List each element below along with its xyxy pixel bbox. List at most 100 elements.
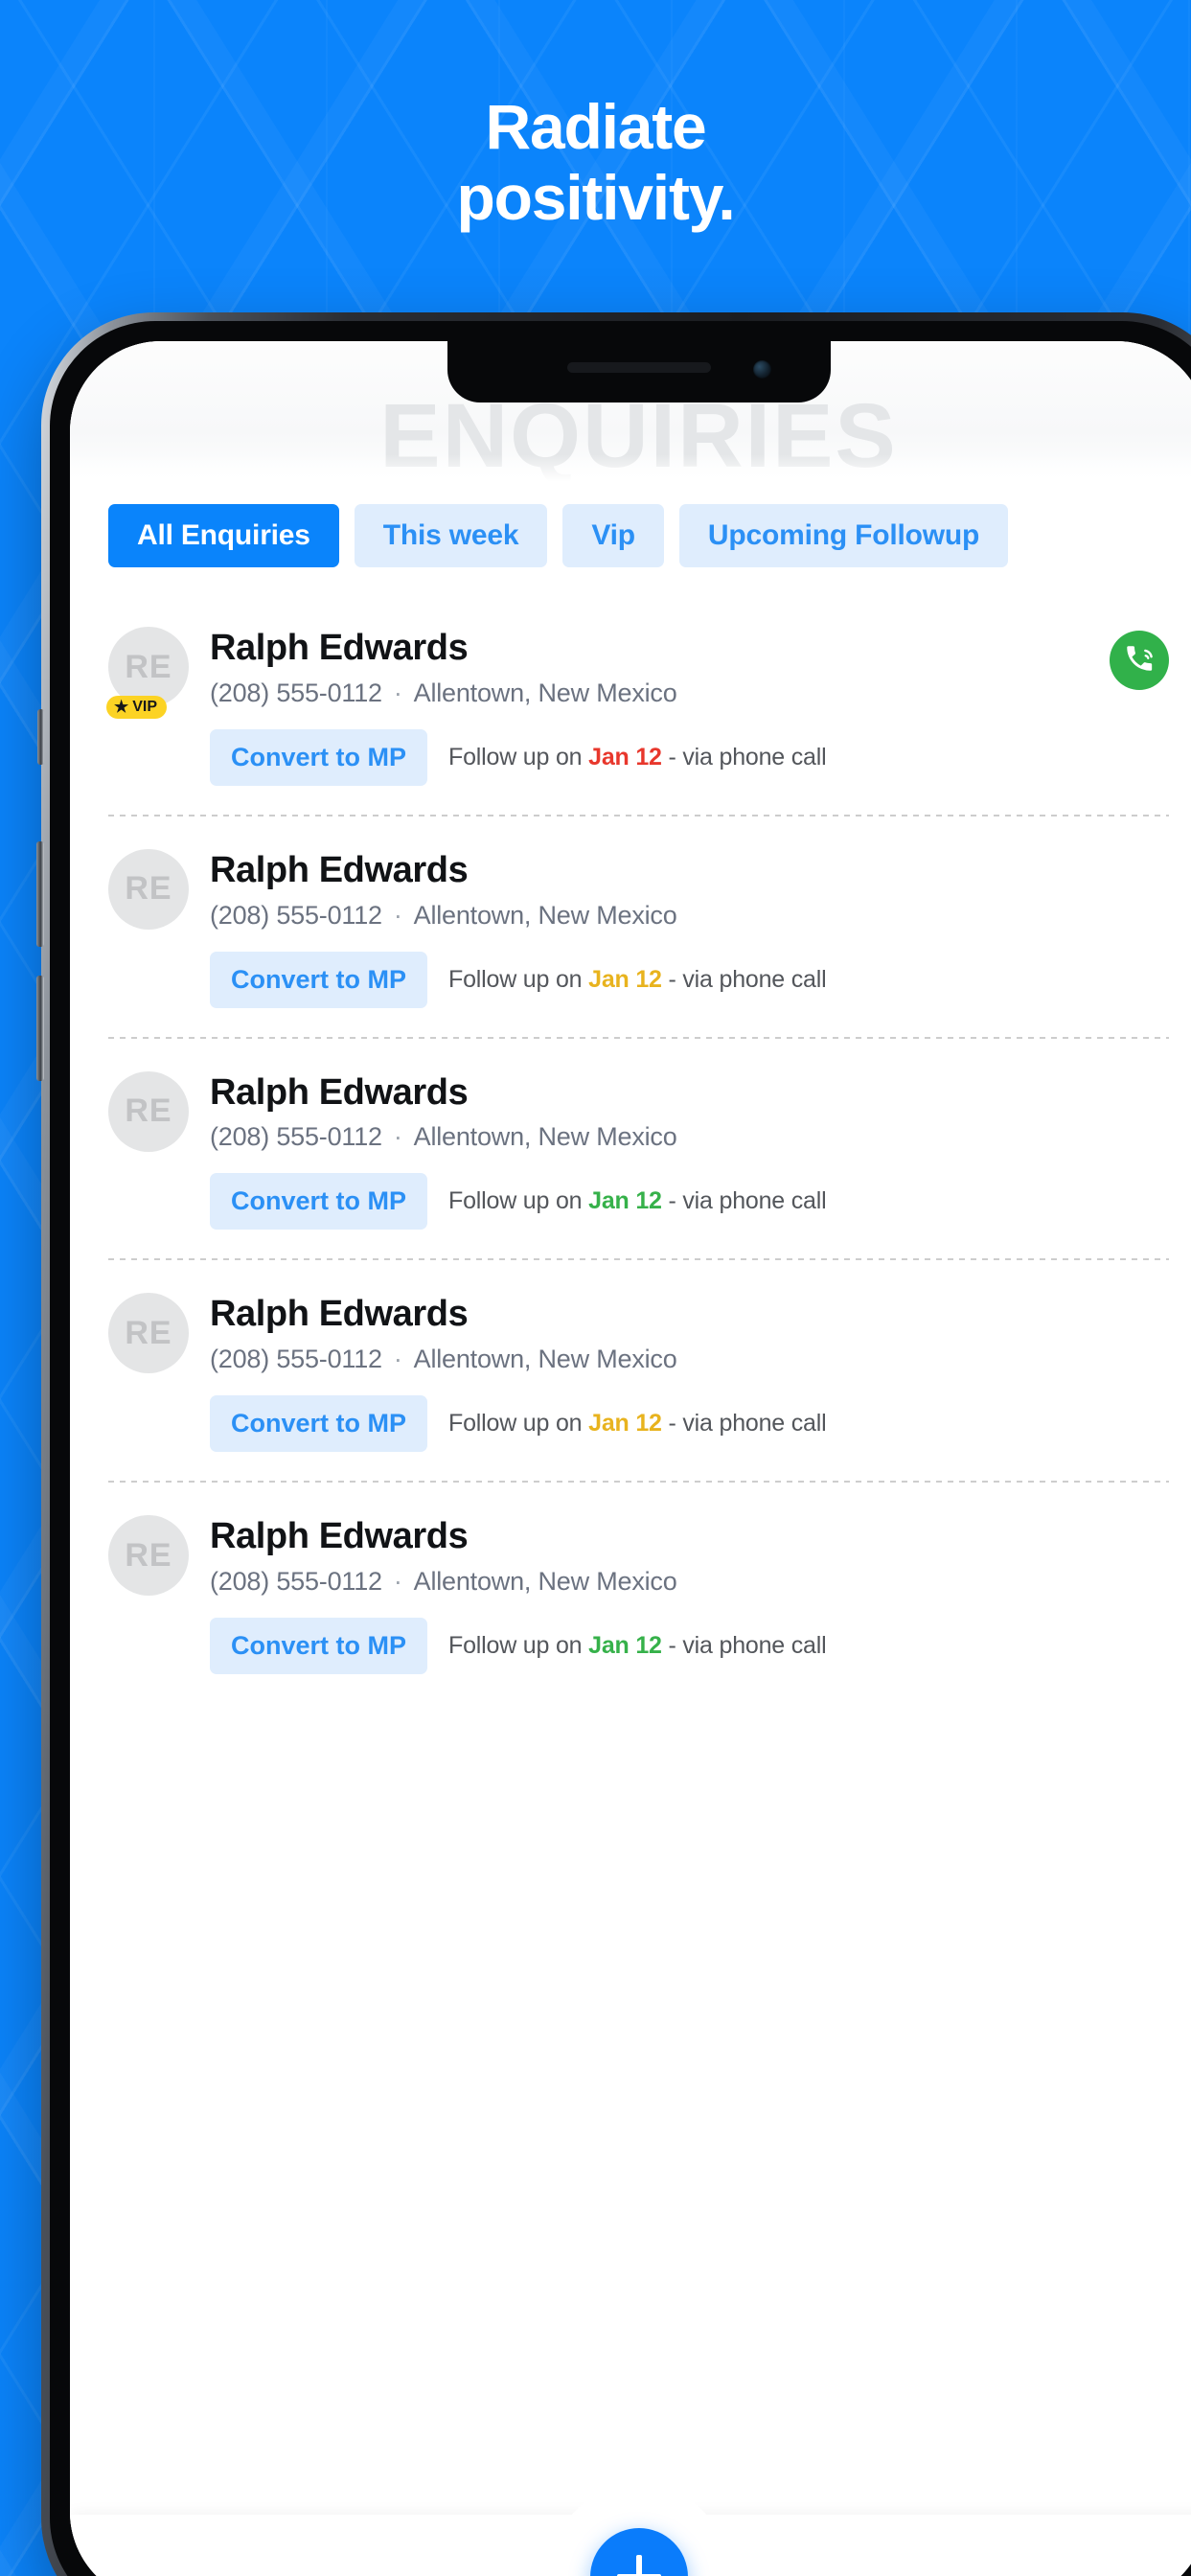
enquiry-list[interactable]: RE ★ VIP Ralph Edwards (208) 555-0112 · Allent… <box>70 592 1191 2576</box>
followup-prefix: Follow up on <box>448 1187 589 1215</box>
followup-date: Jan 12 <box>588 965 662 993</box>
followup-prefix: Follow up on <box>448 965 589 993</box>
enquiries-app: ENQUIRIES All Enquiries This week Vip Up… <box>70 341 1191 2576</box>
tab-upcoming-followup[interactable]: Upcoming Followup <box>678 504 1009 567</box>
contact-meta: (208) 555-0112 · Allentown, New Mexico <box>210 901 1169 931</box>
tab-this-week[interactable]: This week <box>354 504 548 567</box>
enquiry-actions: Convert to MP Follow up on Jan 12 - via p… <box>210 1617 1169 1674</box>
meta-separator: · <box>393 678 402 707</box>
contact-location: Allentown, New Mexico <box>413 1122 677 1152</box>
contact-phone: (208) 555-0112 <box>210 900 382 930</box>
contact-meta: (208) 555-0112 · Allentown, New Mexico <box>210 678 1096 708</box>
avatar-initials: RE <box>125 1092 172 1130</box>
followup-prefix: Follow up on <box>448 1410 589 1438</box>
avatar: RE <box>108 1515 189 1597</box>
enquiry-row[interactable]: RE ★ VIP Ralph Edwards (208) 555-0112 · Allent… <box>70 592 1191 815</box>
followup-suffix: - via phone call <box>661 1187 827 1215</box>
enquiry-row[interactable]: RE Ralph Edwards (208) 555-0112 · Allentown,… <box>70 1481 1191 1703</box>
phone-volume-down-button[interactable] <box>36 976 44 1081</box>
avatar-wrap: RE <box>108 848 189 930</box>
followup-suffix: - via phone call <box>661 965 827 993</box>
marketing-headline: Radiate positivity. <box>0 91 1191 234</box>
avatar-wrap: RE ★ VIP <box>106 627 189 719</box>
contact-phone: (208) 555-0112 <box>210 1345 382 1374</box>
avatar-initials: RE <box>125 1314 172 1351</box>
followup-date: Jan 12 <box>588 1410 662 1438</box>
avatar-initials: RE <box>125 1536 172 1574</box>
vip-badge: ★ VIP <box>106 696 168 719</box>
convert-to-mp-button[interactable]: Convert to MP <box>210 951 428 1008</box>
enquiry-details: Ralph Edwards (208) 555-0112 · Allentown, N… <box>210 1071 1169 1153</box>
tab-all-enquiries[interactable]: All Enquiries <box>108 504 339 567</box>
phone-mockup: ENQUIRIES All Enquiries This week Vip Up… <box>36 312 1191 2576</box>
contact-location: Allentown, New Mexico <box>413 1345 677 1374</box>
enquiry-actions: Convert to MP Follow up on Jan 12 - via p… <box>210 951 1169 1008</box>
enquiry-details: Ralph Edwards (208) 555-0112 · Allentown, N… <box>210 1293 1169 1374</box>
enquiry-row-main: RE ★ VIP Ralph Edwards (208) 555-0112 · Allent… <box>106 627 1169 719</box>
convert-to-mp-button[interactable]: Convert to MP <box>210 728 428 786</box>
enquiry-details: Ralph Edwards (208) 555-0112 · Allentown, N… <box>210 849 1169 931</box>
phone-silent-switch[interactable] <box>37 709 44 765</box>
followup-text: Follow up on Jan 12 - via phone call <box>448 743 827 771</box>
header-fade <box>70 454 1191 487</box>
followup-text: Follow up on Jan 12 - via phone call <box>448 1631 827 1660</box>
convert-to-mp-button[interactable]: Convert to MP <box>210 1395 428 1453</box>
avatar-initials: RE <box>125 870 172 908</box>
contact-meta: (208) 555-0112 · Allentown, New Mexico <box>210 1567 1169 1597</box>
contact-name: Ralph Edwards <box>210 1071 469 1113</box>
followup-date: Jan 12 <box>588 743 662 770</box>
contact-phone: (208) 555-0112 <box>210 678 382 707</box>
contact-meta: (208) 555-0112 · Allentown, New Mexico <box>210 1122 1169 1152</box>
meta-separator: · <box>393 1122 402 1152</box>
front-camera-icon <box>752 360 771 379</box>
avatar-wrap: RE <box>108 1293 189 1374</box>
contact-location: Allentown, New Mexico <box>413 900 677 930</box>
vip-badge-label: VIP <box>132 698 158 715</box>
contact-name: Ralph Edwards <box>210 628 469 668</box>
contact-name: Ralph Edwards <box>210 1516 469 1557</box>
avatar: RE <box>108 1070 189 1152</box>
convert-to-mp-button[interactable]: Convert to MP <box>210 1173 428 1230</box>
enquiry-row[interactable]: RE Ralph Edwards (208) 555-0112 · Allentown,… <box>70 1036 1191 1259</box>
followup-text: Follow up on Jan 12 - via phone call <box>448 1187 827 1215</box>
followup-suffix: - via phone call <box>661 743 827 770</box>
enquiry-details: Ralph Edwards (208) 555-0112 · Allentown, N… <box>210 1515 1169 1597</box>
enquiry-row-main: RE Ralph Edwards (208) 555-0112 · Allentown,… <box>108 1070 1169 1153</box>
contact-phone: (208) 555-0112 <box>210 1122 382 1152</box>
headline-line-1: Radiate <box>485 91 706 162</box>
followup-text: Follow up on Jan 12 - via phone call <box>448 965 827 994</box>
enquiry-actions: Convert to MP Follow up on Jan 12 - via p… <box>210 1395 1169 1453</box>
contact-meta: (208) 555-0112 · Allentown, New Mexico <box>210 1345 1169 1374</box>
contact-location: Allentown, New Mexico <box>413 1566 677 1596</box>
contact-phone: (208) 555-0112 <box>210 1566 382 1596</box>
enquiry-row[interactable]: RE Ralph Edwards (208) 555-0112 · Allentown,… <box>70 814 1191 1037</box>
filter-tabs[interactable]: All Enquiries This week Vip Upcoming Fol… <box>70 504 1191 567</box>
phone-call-icon <box>1123 642 1156 679</box>
contact-location: Allentown, New Mexico <box>413 678 677 707</box>
enquiry-row[interactable]: RE Ralph Edwards (208) 555-0112 · Allentown,… <box>70 1258 1191 1481</box>
followup-suffix: - via phone call <box>661 1410 827 1438</box>
followup-prefix: Follow up on <box>448 743 589 770</box>
phone-screen: ENQUIRIES All Enquiries This week Vip Up… <box>70 341 1191 2576</box>
avatar-wrap: RE <box>108 1515 189 1597</box>
enquiry-details: Ralph Edwards (208) 555-0112 · Allentown, N… <box>210 627 1096 708</box>
tab-vip[interactable]: Vip <box>562 504 664 567</box>
avatar-wrap: RE <box>108 1070 189 1152</box>
headline-line-2: positivity. <box>456 161 736 233</box>
followup-text: Follow up on Jan 12 - via phone call <box>448 1410 827 1438</box>
phone-volume-up-button[interactable] <box>36 841 44 947</box>
followup-date: Jan 12 <box>588 1631 662 1659</box>
enquiry-actions: Convert to MP Follow up on Jan 12 - via p… <box>210 728 1169 786</box>
avatar-initials: RE <box>125 648 172 685</box>
enquiry-actions: Convert to MP Follow up on Jan 12 - via p… <box>210 1173 1169 1230</box>
star-icon: ★ <box>114 698 129 716</box>
plus-icon <box>616 2555 661 2576</box>
contact-name: Ralph Edwards <box>210 1294 469 1335</box>
contact-name: Ralph Edwards <box>210 849 469 890</box>
convert-to-mp-button[interactable]: Convert to MP <box>210 1617 428 1674</box>
call-button[interactable] <box>1110 631 1169 690</box>
followup-date: Jan 12 <box>588 1187 662 1215</box>
meta-separator: · <box>393 1345 402 1374</box>
phone-notch <box>447 341 831 402</box>
meta-separator: · <box>393 900 402 930</box>
